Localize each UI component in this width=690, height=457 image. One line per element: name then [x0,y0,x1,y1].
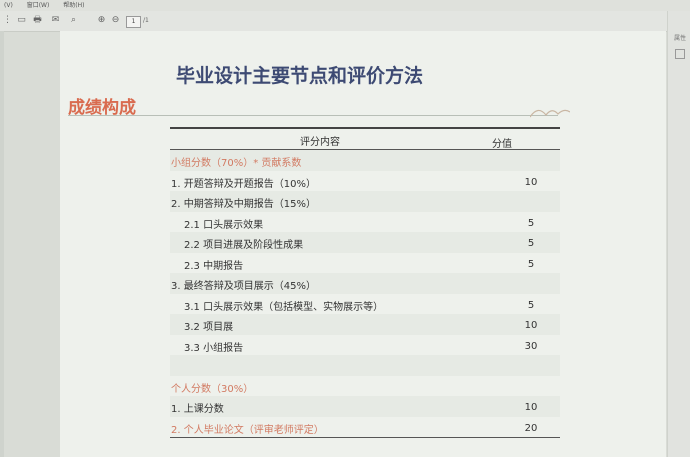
table-row: 3.3 小组报告 30 [170,335,560,356]
table-row: 2.2 项目进展及阶段性成果 5 [170,232,560,253]
table-row: 3. 最终答辩及项目展示（45%） [170,273,560,294]
row-value: 10 [524,402,538,413]
mail-icon[interactable]: ✉ [50,15,61,26]
row-label: 3.3 小组报告 [184,342,244,354]
row-label: 2. 个人毕业论文（评审老师评定） [171,424,324,436]
row-value: 20 [524,422,538,434]
row-label: 3.2 项目展 [184,322,234,333]
table-row [170,355,560,376]
row-label: 小组分数（70%）* 贡献系数 [171,158,302,169]
print-icon[interactable]: 🖶 [32,15,43,26]
table-bottom-rule [170,437,560,438]
row-label: 2.1 口头展示效果 [184,219,264,231]
page-total: /1 [143,17,149,24]
title-divider [68,115,558,116]
row-value: 5 [527,258,535,270]
page-down-icon[interactable]: ⊖ [110,15,121,26]
table-row: 1. 上课分数 10 [170,396,560,417]
row-value: 5 [527,299,535,311]
row-label: 3. 最终答辩及项目展示（45%） [171,281,316,292]
row-label: 3.1 口头展示效果（包括模型、实物展示等） [184,301,384,313]
row-label: 2.3 中期报告 [184,260,244,272]
table-row: 2.1 口头展示效果 5 [170,212,560,233]
menu-item-window[interactable]: 窗口(W) [27,2,50,9]
table-row: 2. 中期答辩及中期报告（15%） [170,191,560,212]
search-icon[interactable]: ⌕ [68,15,79,26]
properties-label[interactable]: 属性 [674,33,686,42]
table-row: 3.2 项目展 10 [170,314,560,335]
score-table: 评分内容 分值 小组分数（70%）* 贡献系数 1. 开题答辩及开题报告（10%）… [170,127,560,438]
row-value: 5 [527,217,535,229]
table-row: 个人分数（30%） [170,376,560,397]
sidebar-toggle-icon[interactable]: ▭ [16,15,27,26]
table-row: 2.3 中期报告 5 [170,253,560,274]
table-row: 1. 开题答辩及开题报告（10%） 10 [170,171,560,192]
table-row: 2. 个人毕业论文（评审老师评定） 20 [170,417,560,438]
table-row: 小组分数（70%）* 贡献系数 [170,150,560,171]
table-body: 小组分数（70%）* 贡献系数 1. 开题答辩及开题报告（10%） 10 2. 中期答… [170,150,560,437]
row-label: 2. 中期答辩及中期报告（15%） [171,199,316,210]
table-header: 评分内容 分值 [170,129,560,150]
row-label: 1. 上课分数 [171,404,224,415]
left-scroll-edge [0,31,4,457]
slide-page: 毕业设计主要节点和评价方法 成绩构成 评分内容 分值 小组分数（70%）* 贡献… [60,31,666,457]
grip-icon: ⋮ [3,15,12,25]
right-panel: 属性 [667,11,690,457]
header-value: 分值 [492,139,512,150]
page-number-input[interactable]: 1 [126,16,141,28]
row-label: 个人分数（30%） [171,383,254,395]
toolbar: ⋮ ▭ 🖶 ✉ ⌕ ⊕ ⊖ 1 /1 [0,11,690,32]
table-row: 3.1 口头展示效果（包括模型、实物展示等） 5 [170,294,560,315]
menu-item-help[interactable]: 帮助(H) [63,2,84,9]
page-up-icon[interactable]: ⊕ [96,15,107,26]
wave-decoration-icon [530,109,570,118]
row-value: 5 [527,238,535,249]
row-label: 2.2 项目进展及阶段性成果 [184,240,304,251]
menu-bar: (V) 窗口(W) 帮助(H) [0,0,690,11]
menu-item-view[interactable]: (V) [4,2,13,9]
header-content: 评分内容 [300,137,340,148]
row-value: 10 [524,320,538,331]
row-value: 30 [524,340,538,352]
panel-icon[interactable] [675,49,685,59]
row-label: 1. 开题答辩及开题报告（10%） [171,178,316,190]
row-value: 10 [524,176,538,188]
slide-title: 毕业设计主要节点和评价方法 [176,65,424,87]
